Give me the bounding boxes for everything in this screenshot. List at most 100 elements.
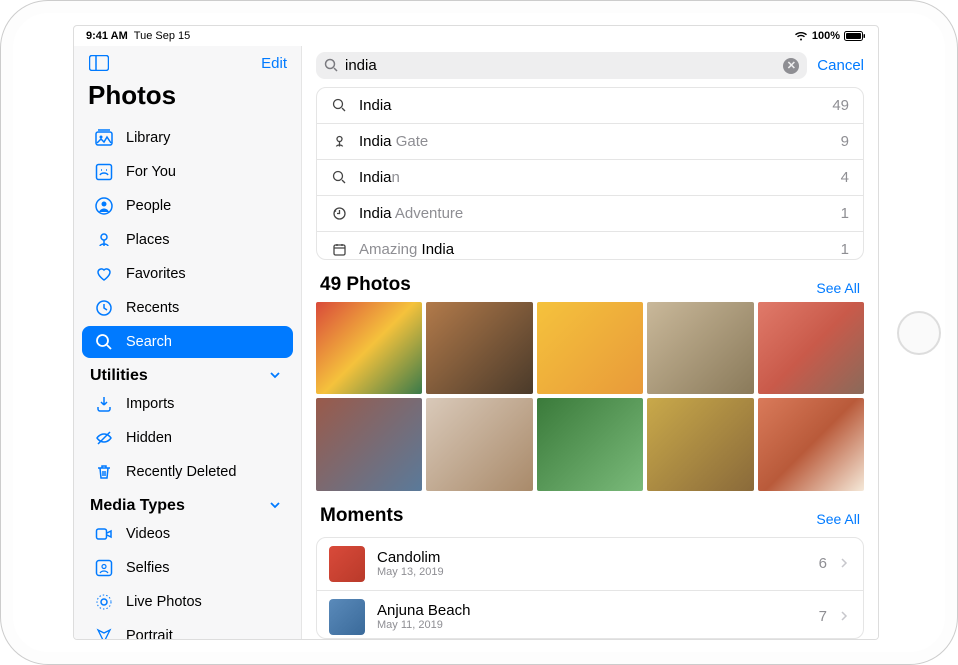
search-icon <box>324 58 339 73</box>
sidebar-item-hidden[interactable]: Hidden <box>82 422 293 454</box>
photo-thumbnail[interactable] <box>758 398 864 491</box>
photo-thumbnail[interactable] <box>647 302 753 395</box>
chevron-down-icon <box>269 498 285 514</box>
suggestion-row[interactable]: India Adventure 1 <box>317 196 863 232</box>
pin-icon <box>331 134 347 150</box>
suggestion-row[interactable]: Indian 4 <box>317 160 863 196</box>
photo-thumbnail[interactable] <box>647 398 753 491</box>
sidebar-item-search[interactable]: Search <box>82 326 293 358</box>
sidebar-item-live-photos[interactable]: Live Photos <box>82 586 293 618</box>
status-battery-percent: 100% <box>812 30 840 42</box>
sidebar-item-label: Imports <box>126 396 174 412</box>
sidebar: Edit Photos Library For You People <box>74 46 302 639</box>
search-icon <box>331 98 347 114</box>
status-time: 9:41 AM <box>86 30 128 42</box>
main-content: ✕ Cancel India 49 India Gate 9 <box>302 46 878 639</box>
photo-thumbnail[interactable] <box>426 398 532 491</box>
sidebar-item-label: Videos <box>126 526 170 542</box>
wifi-icon <box>794 31 808 41</box>
sidebar-item-imports[interactable]: Imports <box>82 388 293 420</box>
results-title: 49 Photos <box>320 274 411 296</box>
sidebar-item-selfies[interactable]: Selfies <box>82 552 293 584</box>
live-photos-icon <box>94 592 114 612</box>
moment-row[interactable]: Candolim May 13, 2019 6 <box>317 538 863 591</box>
photo-thumbnail[interactable] <box>426 302 532 395</box>
photo-thumbnail[interactable] <box>316 302 422 395</box>
screen: 9:41 AM Tue Sep 15 100% Ed <box>73 25 879 640</box>
sidebar-item-portrait[interactable]: Portrait <box>82 620 293 639</box>
suggestion-row[interactable]: India 49 <box>317 88 863 124</box>
trash-icon <box>94 462 114 482</box>
sidebar-item-label: Recents <box>126 300 179 316</box>
photo-thumbnail[interactable] <box>316 398 422 491</box>
library-icon <box>94 128 114 148</box>
sidebar-item-favorites[interactable]: Favorites <box>82 258 293 290</box>
hidden-icon <box>94 428 114 448</box>
search-field[interactable]: ✕ <box>316 52 807 79</box>
moment-title: Candolim <box>377 549 807 566</box>
moment-thumbnail <box>329 546 365 582</box>
import-icon <box>94 394 114 414</box>
suggestion-count: 4 <box>841 169 849 186</box>
search-row: ✕ Cancel <box>302 46 878 85</box>
sidebar-item-label: Hidden <box>126 430 172 446</box>
moments-title: Moments <box>320 505 403 527</box>
photo-grid <box>302 302 878 491</box>
photo-thumbnail[interactable] <box>537 302 643 395</box>
suggestion-count: 1 <box>841 205 849 222</box>
sidebar-item-videos[interactable]: Videos <box>82 518 293 550</box>
sidebar-section-utilities[interactable]: Utilities <box>74 359 301 387</box>
suggestion-count: 1 <box>841 241 849 258</box>
sidebar-toggle-button[interactable] <box>88 52 110 74</box>
photo-thumbnail[interactable] <box>758 302 864 395</box>
sidebar-section-media-types[interactable]: Media Types <box>74 489 301 517</box>
sidebar-item-label: Places <box>126 232 170 248</box>
chevron-right-icon <box>839 611 851 623</box>
selfies-icon <box>94 558 114 578</box>
moment-count: 6 <box>819 555 827 572</box>
sidebar-item-label: Favorites <box>126 266 186 282</box>
sidebar-item-people[interactable]: People <box>82 190 293 222</box>
sidebar-item-label: Live Photos <box>126 594 202 610</box>
moment-thumbnail <box>329 599 365 635</box>
search-icon <box>94 332 114 352</box>
suggestion-count: 9 <box>841 133 849 150</box>
suggestion-count: 49 <box>832 97 849 114</box>
sidebar-item-places[interactable]: Places <box>82 224 293 256</box>
photo-thumbnail[interactable] <box>537 398 643 491</box>
chevron-down-icon <box>269 368 285 384</box>
sidebar-item-label: Recently Deleted <box>126 464 236 480</box>
battery-icon <box>844 31 866 41</box>
trip-icon <box>331 206 347 222</box>
foryou-icon <box>94 162 114 182</box>
clock-icon <box>94 298 114 318</box>
status-date: Tue Sep 15 <box>134 30 190 42</box>
sidebar-item-label: Selfies <box>126 560 170 576</box>
places-icon <box>94 230 114 250</box>
moments-list: Candolim May 13, 2019 6 Anjuna Beach May… <box>316 537 864 639</box>
calendar-icon <box>331 242 347 258</box>
status-bar: 9:41 AM Tue Sep 15 100% <box>74 26 878 46</box>
sidebar-item-foryou[interactable]: For You <box>82 156 293 188</box>
sidebar-item-label: Portrait <box>126 628 173 639</box>
suggestion-row[interactable]: Amazing India 1 <box>317 232 863 260</box>
edit-button[interactable]: Edit <box>261 55 287 72</box>
see-all-moments-button[interactable]: See All <box>816 511 860 527</box>
sidebar-item-label: People <box>126 198 171 214</box>
cancel-button[interactable]: Cancel <box>817 57 864 74</box>
chevron-right-icon <box>839 558 851 570</box>
search-suggestions: India 49 India Gate 9 Indian 4 <box>316 87 864 260</box>
moment-row[interactable]: Anjuna Beach May 11, 2019 7 <box>317 591 863 639</box>
suggestion-row[interactable]: India Gate 9 <box>317 124 863 160</box>
sidebar-item-recently-deleted[interactable]: Recently Deleted <box>82 456 293 488</box>
portrait-icon <box>94 626 114 639</box>
sidebar-item-label: For You <box>126 164 176 180</box>
see-all-photos-button[interactable]: See All <box>816 280 860 296</box>
people-icon <box>94 196 114 216</box>
search-input[interactable] <box>345 57 777 74</box>
sidebar-item-library[interactable]: Library <box>82 122 293 154</box>
sidebar-item-recents[interactable]: Recents <box>82 292 293 324</box>
moment-title: Anjuna Beach <box>377 602 807 619</box>
clear-search-button[interactable]: ✕ <box>783 58 799 74</box>
home-button[interactable] <box>897 311 941 355</box>
